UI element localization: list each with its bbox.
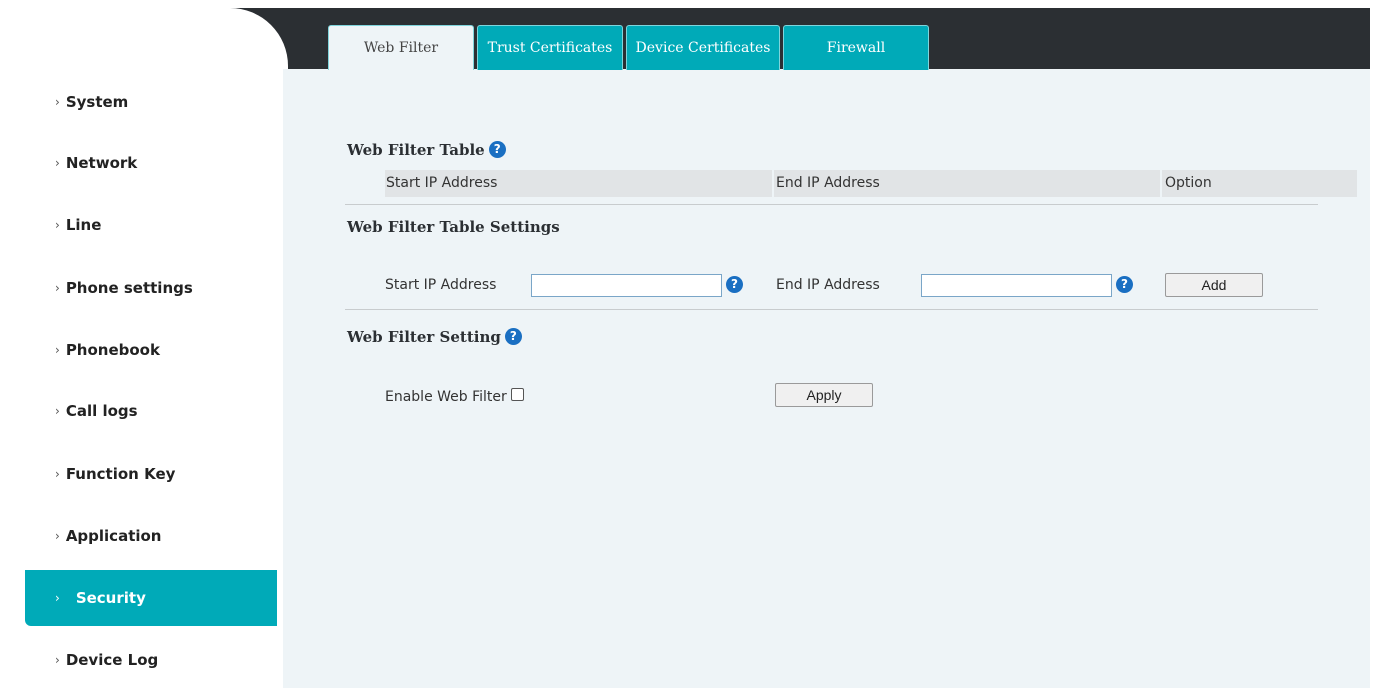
enable-web-filter-checkbox[interactable]: [510, 388, 524, 401]
sidebar-item-phonebook[interactable]: › Phonebook: [25, 322, 277, 378]
column-header-end-ip: End IP Address: [776, 175, 880, 191]
end-ip-input[interactable]: [921, 274, 1112, 297]
chevron-right-icon: ›: [55, 404, 60, 418]
sidebar-item-label: Network: [65, 154, 138, 172]
divider: [345, 204, 1318, 205]
sidebar-item-label: Call logs: [65, 402, 138, 420]
chevron-right-icon: ›: [55, 529, 60, 543]
help-icon[interactable]: ?: [726, 276, 743, 293]
chevron-right-icon: ›: [55, 281, 60, 295]
enable-web-filter-row: Enable Web Filter: [385, 388, 524, 405]
sidebar-item-line[interactable]: › Line: [25, 197, 277, 253]
sidebar-item-security[interactable]: › Security: [25, 570, 277, 626]
sidebar: › System › Network › Line › Phone settin…: [0, 0, 283, 688]
tab-web-filter[interactable]: Web Filter: [328, 25, 474, 70]
sidebar-item-label: Phone settings: [65, 279, 193, 297]
sidebar-item-call-logs[interactable]: › Call logs: [25, 383, 277, 439]
sidebar-item-label: Application: [65, 527, 162, 545]
tab-bar: Web Filter Trust Certificates Device Cer…: [328, 25, 932, 70]
column-header-start-ip: Start IP Address: [386, 175, 498, 191]
sidebar-item-system[interactable]: › System: [25, 74, 277, 130]
web-filter-table-settings-title: Web Filter Table Settings: [347, 218, 560, 236]
tab-device-certificates[interactable]: Device Certificates: [626, 25, 780, 70]
section-title-text: Web Filter Table: [347, 141, 485, 159]
column-separator: [772, 170, 774, 197]
sidebar-item-function-key[interactable]: › Function Key: [25, 446, 277, 502]
end-ip-label: End IP Address: [776, 277, 880, 293]
help-icon[interactable]: ?: [504, 328, 522, 345]
start-ip-label: Start IP Address: [385, 277, 497, 293]
divider: [345, 309, 1318, 310]
sidebar-item-label: Device Log: [65, 651, 159, 669]
chevron-right-icon: ›: [55, 591, 60, 605]
chevron-right-icon: ›: [55, 218, 60, 232]
sidebar-item-label: Line: [65, 216, 102, 234]
sidebar-item-phone-settings[interactable]: › Phone settings: [25, 260, 277, 316]
chevron-right-icon: ›: [55, 95, 60, 109]
help-icon[interactable]: ?: [1116, 276, 1133, 293]
tab-trust-certificates[interactable]: Trust Certificates: [477, 25, 623, 70]
enable-web-filter-label: Enable Web Filter: [385, 389, 507, 405]
help-icon[interactable]: ?: [488, 141, 506, 158]
tab-firewall[interactable]: Firewall: [783, 25, 929, 70]
chevron-right-icon: ›: [55, 467, 60, 481]
web-filter-table-header: Start IP Address End IP Address Option: [385, 170, 1357, 197]
start-ip-input[interactable]: [531, 274, 722, 297]
sidebar-item-label: Security: [75, 589, 146, 607]
column-header-option: Option: [1165, 175, 1212, 191]
sidebar-item-device-log[interactable]: › Device Log: [25, 632, 277, 688]
section-title-text: Web Filter Setting: [347, 328, 501, 346]
column-separator: [1160, 170, 1162, 197]
web-filter-setting-title: Web Filter Setting?: [347, 328, 522, 346]
sidebar-item-application[interactable]: › Application: [25, 508, 277, 564]
chevron-right-icon: ›: [55, 156, 60, 170]
main-panel: [283, 69, 1370, 688]
add-button[interactable]: Add: [1165, 273, 1263, 297]
sidebar-item-label: Phonebook: [65, 341, 160, 359]
apply-button[interactable]: Apply: [775, 383, 873, 407]
sidebar-item-network[interactable]: › Network: [25, 135, 277, 191]
web-filter-table-title: Web Filter Table?: [347, 141, 506, 159]
chevron-right-icon: ›: [55, 653, 60, 667]
sidebar-item-label: System: [65, 93, 129, 111]
chevron-right-icon: ›: [55, 343, 60, 357]
sidebar-item-label: Function Key: [65, 465, 176, 483]
